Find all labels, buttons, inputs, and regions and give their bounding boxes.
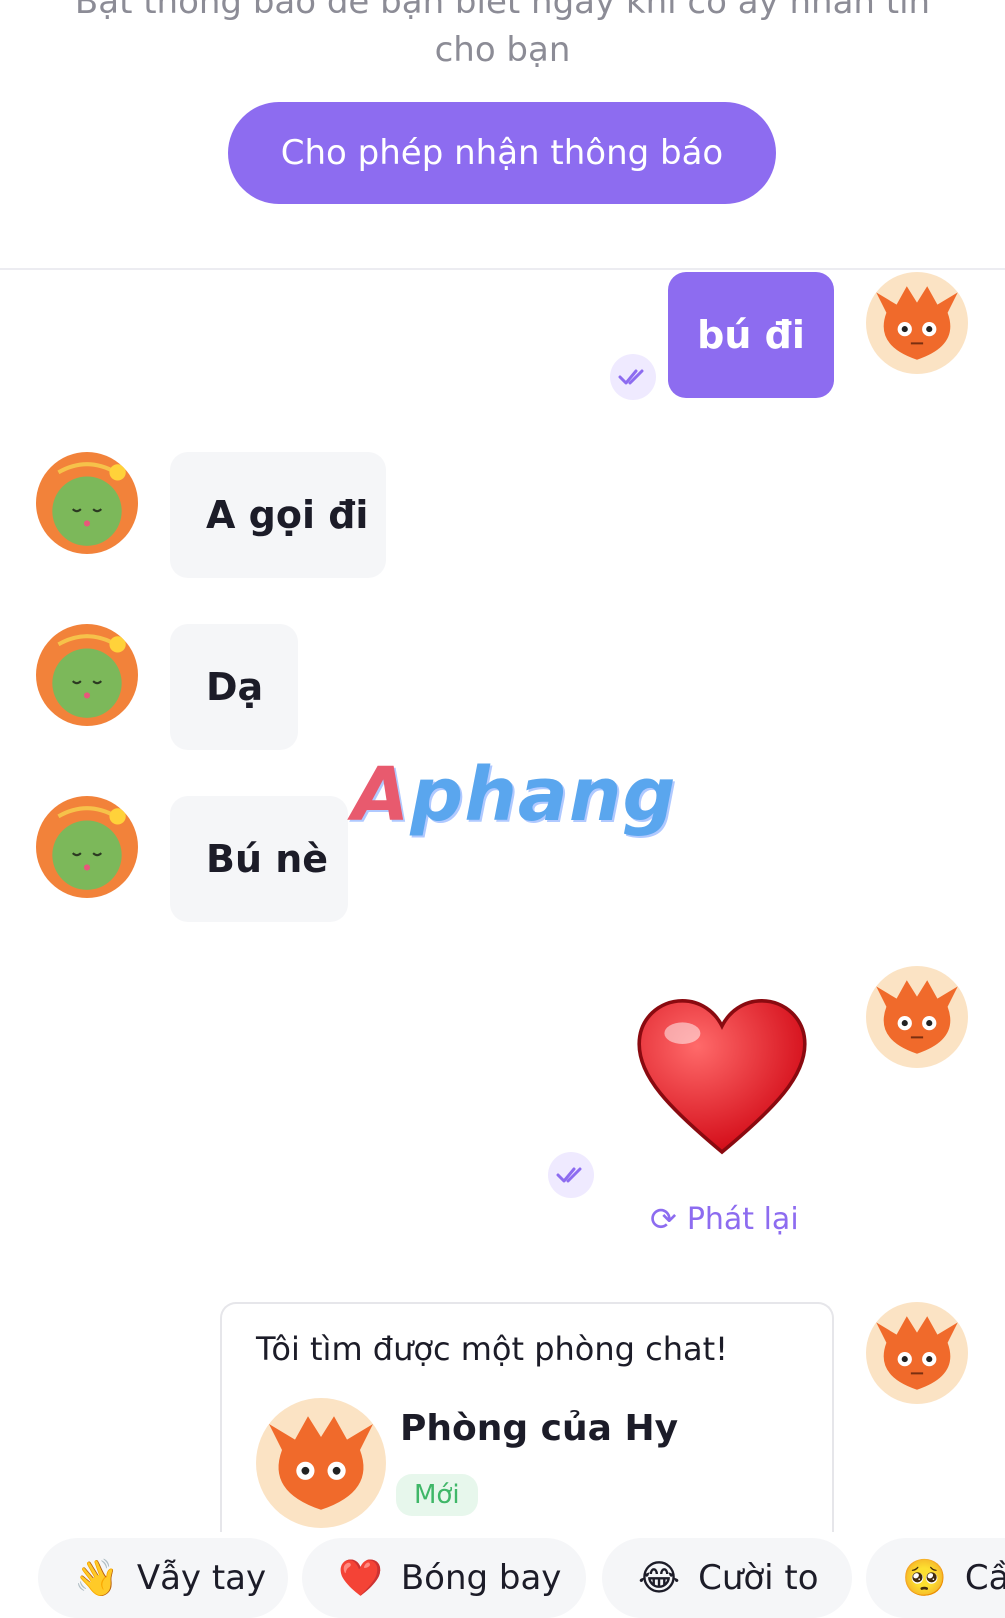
message-bubble-incoming[interactable]: Dạ — [170, 624, 298, 750]
partner-avatar[interactable] — [36, 452, 138, 554]
heart-icon: ❤️ — [338, 1558, 383, 1599]
heart-sticker[interactable] — [632, 990, 812, 1170]
allow-notifications-button[interactable]: Cho phép nhận thông báo — [228, 102, 776, 204]
replay-button[interactable]: ⟳ Phát lại — [650, 1200, 799, 1238]
read-receipt-icon — [610, 354, 656, 400]
my-avatar[interactable] — [866, 966, 968, 1068]
message-bubble-incoming[interactable]: Bú nè — [170, 796, 348, 922]
partner-avatar[interactable] — [36, 796, 138, 898]
room-invite-card[interactable]: Tôi tìm được một phòng chat! Phòng của H… — [220, 1302, 834, 1532]
room-card-title: Tôi tìm được một phòng chat! — [256, 1330, 728, 1368]
replay-icon: ⟳ — [650, 1200, 677, 1238]
reaction-balloon-button[interactable]: ❤️ Bóng bay — [302, 1538, 586, 1618]
reaction-label: Cầ — [964, 1558, 1005, 1598]
message-bubble-incoming[interactable]: A gọi đi — [170, 452, 386, 578]
quick-reactions-bar: 👋 Vẫy tay ❤️ Bóng bay 😂 Cười to 🥺 Cầ — [0, 1534, 1005, 1618]
reaction-label: Cười to — [698, 1558, 819, 1598]
reaction-laugh-button[interactable]: 😂 Cười to — [602, 1538, 852, 1618]
replay-label: Phát lại — [686, 1201, 799, 1237]
watermark-logo: Aphang — [352, 752, 677, 838]
room-name: Phòng của Hy — [400, 1408, 679, 1449]
new-badge: Mới — [396, 1474, 478, 1516]
laugh-icon: 😂 — [638, 1557, 681, 1599]
message-bubble-outgoing[interactable]: bú đi — [668, 272, 834, 398]
reaction-wave-button[interactable]: 👋 Vẫy tay — [38, 1538, 288, 1618]
reaction-label: Bóng bay — [400, 1558, 562, 1598]
reaction-label: Vẫy tay — [136, 1558, 267, 1598]
notification-prompt-text: Bật thông báo để bạn biết ngay khi cô ấy… — [74, 0, 931, 70]
divider — [0, 268, 1005, 270]
room-avatar — [256, 1398, 386, 1528]
my-avatar[interactable] — [866, 1302, 968, 1404]
pleading-face-icon: 🥺 — [902, 1558, 947, 1599]
reaction-plead-button[interactable]: 🥺 Cầ — [866, 1538, 1005, 1618]
my-avatar[interactable] — [866, 272, 968, 374]
read-receipt-icon — [548, 1152, 594, 1198]
wave-icon: 👋 — [74, 1558, 119, 1599]
partner-avatar[interactable] — [36, 624, 138, 726]
